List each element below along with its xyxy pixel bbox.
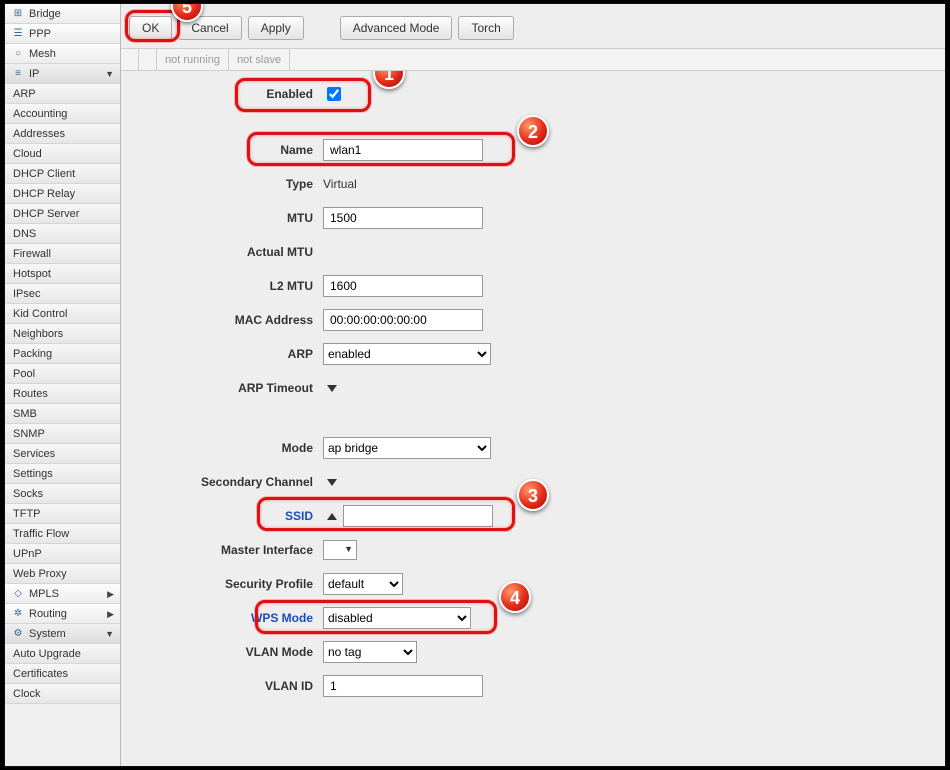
ppp-icon: ☰ [11, 24, 25, 44]
mpls-icon: ◇ [11, 584, 25, 604]
sidebar-item-routes[interactable]: Routes [5, 384, 120, 404]
sidebar-item-clock[interactable]: Clock [5, 684, 120, 704]
sidebar-item-dhcp-server[interactable]: DHCP Server [5, 204, 120, 224]
type-value: Virtual [323, 177, 357, 191]
sidebar-item-upnp[interactable]: UPnP [5, 544, 120, 564]
ok-button[interactable]: OK [129, 16, 172, 40]
arp-select[interactable]: enabled [323, 343, 491, 365]
sidebar-item-bridge[interactable]: ⊞Bridge [5, 4, 120, 24]
sidebar-item-dhcp-client[interactable]: DHCP Client [5, 164, 120, 184]
sidebar-item-arp[interactable]: ARP [5, 84, 120, 104]
label-ssid: SSID [131, 509, 323, 523]
sidebar-item-tftp[interactable]: TFTP [5, 504, 120, 524]
label-mac: MAC Address [131, 313, 323, 327]
chevron-down-icon [105, 624, 114, 644]
sidebar-item-dhcp-relay[interactable]: DHCP Relay [5, 184, 120, 204]
arp-timeout-toggle[interactable] [327, 385, 337, 392]
vlan-id-input[interactable] [323, 675, 483, 697]
label-name: Name [131, 143, 323, 157]
main-pane: OK Cancel Apply Advanced Mode Torch 5 no… [121, 4, 945, 766]
label-arp: ARP [131, 347, 323, 361]
ip-icon: ≡ [11, 64, 25, 84]
sidebar-item-traffic-flow[interactable]: Traffic Flow [5, 524, 120, 544]
label-mtu: MTU [131, 211, 323, 225]
sidebar-item-web-proxy[interactable]: Web Proxy [5, 564, 120, 584]
enabled-checkbox[interactable] [327, 87, 341, 101]
status-row: not running not slave [121, 49, 945, 71]
label-master-interface: Master Interface [131, 543, 323, 557]
secondary-channel-toggle[interactable] [327, 479, 337, 486]
sidebar-item-cloud[interactable]: Cloud [5, 144, 120, 164]
ssid-toggle[interactable] [327, 513, 337, 520]
wps-mode-select[interactable]: disabled [323, 607, 471, 629]
sidebar-item-ppp[interactable]: ☰PPP [5, 24, 120, 44]
sidebar-item-pool[interactable]: Pool [5, 364, 120, 384]
toolbar: OK Cancel Apply Advanced Mode Torch 5 [121, 4, 945, 48]
security-profile-select[interactable]: default [323, 573, 403, 595]
chevron-right-icon [107, 584, 114, 604]
sidebar-item-certificates[interactable]: Certificates [5, 664, 120, 684]
sidebar-item-mpls[interactable]: ◇MPLS [5, 584, 120, 604]
label-l2mtu: L2 MTU [131, 279, 323, 293]
label-secondary-channel: Secondary Channel [131, 475, 323, 489]
advanced-mode-button[interactable]: Advanced Mode [340, 16, 453, 40]
chevron-down-icon [105, 64, 114, 84]
torch-button[interactable]: Torch [458, 16, 513, 40]
routing-icon: ✲ [11, 604, 25, 624]
apply-button[interactable]: Apply [248, 16, 304, 40]
l2mtu-input[interactable] [323, 275, 483, 297]
sidebar: ⊞Bridge ☰PPP ○Mesh ≡IP ARPAccountingAddr… [5, 4, 121, 766]
sidebar-item-system[interactable]: ⚙System [5, 624, 120, 644]
badge-1: 1 [373, 71, 405, 89]
mesh-icon: ○ [11, 44, 25, 64]
ssid-input[interactable] [343, 505, 493, 527]
name-input[interactable] [323, 139, 483, 161]
label-vlan-mode: VLAN Mode [131, 645, 323, 659]
form-pane: Enabled 1 Name 2 Type Virtual [121, 71, 945, 766]
sidebar-item-hotspot[interactable]: Hotspot [5, 264, 120, 284]
label-arp-timeout: ARP Timeout [131, 381, 323, 395]
mode-select[interactable]: ap bridge [323, 437, 491, 459]
sidebar-item-settings[interactable]: Settings [5, 464, 120, 484]
chevron-right-icon [107, 604, 114, 624]
sidebar-item-addresses[interactable]: Addresses [5, 124, 120, 144]
mac-input[interactable] [323, 309, 483, 331]
master-interface-select[interactable] [323, 540, 357, 560]
mtu-input[interactable] [323, 207, 483, 229]
vlan-mode-select[interactable]: no tag [323, 641, 417, 663]
sidebar-item-socks[interactable]: Socks [5, 484, 120, 504]
sidebar-item-services[interactable]: Services [5, 444, 120, 464]
label-actual-mtu: Actual MTU [131, 245, 323, 259]
label-security-profile: Security Profile [131, 577, 323, 591]
sidebar-item-packing[interactable]: Packing [5, 344, 120, 364]
sidebar-item-ip[interactable]: ≡IP [5, 64, 120, 84]
sidebar-item-mesh[interactable]: ○Mesh [5, 44, 120, 64]
sidebar-item-smb[interactable]: SMB [5, 404, 120, 424]
label-type: Type [131, 177, 323, 191]
system-icon: ⚙ [11, 624, 25, 644]
sidebar-item-accounting[interactable]: Accounting [5, 104, 120, 124]
sidebar-item-kid-control[interactable]: Kid Control [5, 304, 120, 324]
label-wps-mode: WPS Mode [131, 611, 323, 625]
sidebar-item-firewall[interactable]: Firewall [5, 244, 120, 264]
label-mode: Mode [131, 441, 323, 455]
status-not-running: not running [157, 49, 229, 70]
sidebar-item-snmp[interactable]: SNMP [5, 424, 120, 444]
sidebar-item-routing[interactable]: ✲Routing [5, 604, 120, 624]
sidebar-item-neighbors[interactable]: Neighbors [5, 324, 120, 344]
cancel-button[interactable]: Cancel [178, 16, 241, 40]
sidebar-item-auto-upgrade[interactable]: Auto Upgrade [5, 644, 120, 664]
bridge-icon: ⊞ [11, 4, 25, 24]
status-not-slave: not slave [229, 49, 290, 70]
sidebar-item-ipsec[interactable]: IPsec [5, 284, 120, 304]
label-enabled: Enabled [131, 87, 323, 101]
label-vlan-id: VLAN ID [131, 679, 323, 693]
sidebar-item-dns[interactable]: DNS [5, 224, 120, 244]
